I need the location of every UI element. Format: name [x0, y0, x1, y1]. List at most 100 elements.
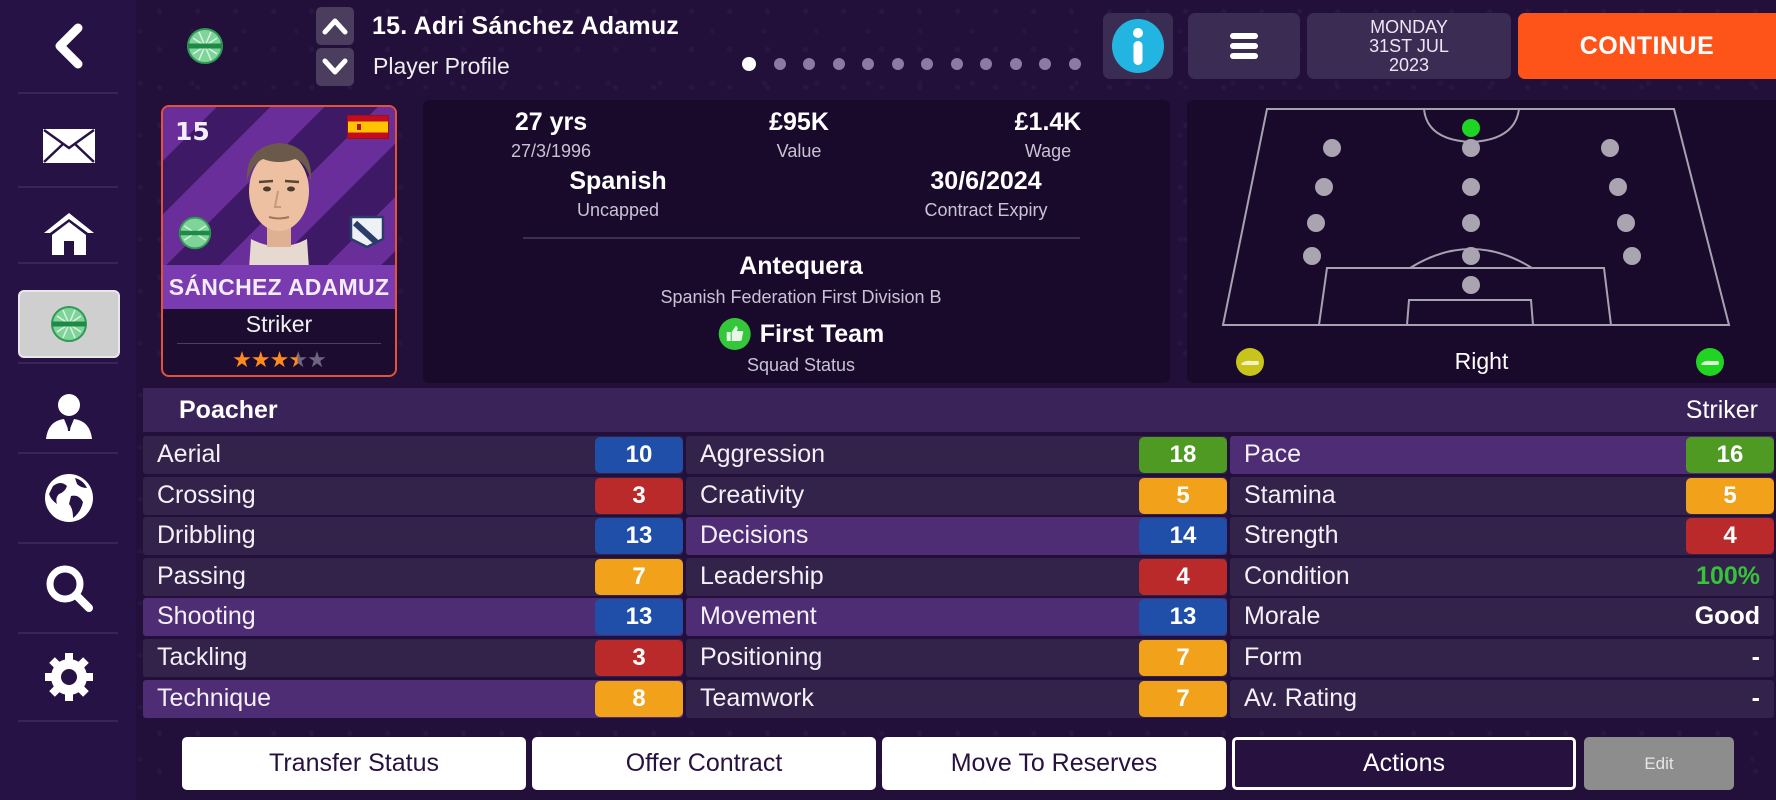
menu-button[interactable]	[1188, 13, 1300, 79]
page-dot[interactable]	[921, 58, 933, 70]
attribute-row[interactable]: Tackling 3	[143, 639, 683, 677]
attribute-value-badge: 18	[1139, 437, 1227, 473]
attributes-header: Poacher Striker	[143, 388, 1776, 432]
attribute-row[interactable]: Technique 8	[143, 679, 683, 718]
attribute-row[interactable]: Creativity 5	[686, 476, 1227, 515]
sidebar-item-inbox[interactable]	[18, 112, 120, 180]
page-indicator	[742, 57, 1081, 71]
nationality-value: Spanish	[569, 167, 667, 195]
attribute-row[interactable]: Leadership 4	[686, 557, 1227, 596]
star-full-icon: ★	[269, 347, 290, 372]
attribute-row[interactable]: Strength 4	[1230, 517, 1774, 556]
position-marker	[1323, 139, 1341, 157]
previous-player-button[interactable]	[316, 7, 354, 45]
date-display[interactable]: MONDAY 31ST JUL 2023	[1307, 13, 1511, 79]
attribute-row[interactable]: Form -	[1230, 639, 1774, 677]
attribute-row[interactable]: Pace 16	[1230, 436, 1774, 474]
role-label: Poacher	[179, 396, 278, 424]
value-label: Value	[776, 141, 822, 161]
attribute-row[interactable]: Dribbling 13	[143, 517, 683, 556]
sidebar-item-settings[interactable]	[18, 643, 120, 711]
page-dot[interactable]	[1009, 58, 1022, 70]
squad-status-label: Squad Status	[746, 355, 856, 375]
attribute-label: Movement	[700, 602, 817, 631]
attribute-row[interactable]: Stamina 5	[1230, 476, 1774, 515]
player-position: Striker	[245, 311, 313, 337]
envelope-icon	[43, 128, 95, 163]
attribute-row[interactable]: Condition 100%	[1230, 557, 1774, 596]
attribute-row[interactable]: Crossing 3	[143, 476, 683, 515]
attribute-label: Positioning	[700, 643, 823, 671]
divider	[18, 92, 118, 94]
player-card: 15 SÁNCHEZ ADAMUZ Striker ★★★★★	[161, 105, 397, 377]
page-dot[interactable]	[1039, 58, 1051, 70]
league-name[interactable]: Spanish Federation First Division B	[660, 287, 941, 308]
position-marker	[1307, 214, 1325, 232]
attribute-row[interactable]: Passing 7	[143, 557, 683, 596]
continue-button[interactable]: CONTINUE	[1518, 13, 1776, 79]
page-dot[interactable]	[832, 58, 845, 70]
attribute-row[interactable]: Positioning 7	[686, 639, 1227, 677]
attribute-row[interactable]: Shooting 13	[143, 598, 683, 637]
position-marker	[1617, 214, 1635, 232]
page-title: 15. Adri Sánchez Adamuz	[372, 12, 679, 40]
attribute-row[interactable]: Aerial 10	[143, 436, 683, 474]
actions-button[interactable]: Actions	[1232, 737, 1576, 790]
page-dot[interactable]	[773, 58, 786, 70]
move-to-reserves-button[interactable]: Move To Reserves	[882, 737, 1226, 790]
club-name[interactable]: Antequera	[739, 252, 863, 281]
info-button[interactable]	[1103, 13, 1173, 79]
spain-flag-icon	[347, 115, 389, 139]
player-name: SÁNCHEZ ADAMUZ	[163, 265, 395, 309]
attribute-value: 100%	[1696, 561, 1760, 590]
position-marker	[1462, 139, 1480, 157]
attribute-value-badge: 4	[1686, 518, 1774, 555]
date-day: MONDAY	[1370, 16, 1448, 37]
chevron-down-icon	[322, 58, 348, 75]
page-dot[interactable]	[950, 58, 963, 70]
preferred-foot-label: Right	[1454, 348, 1509, 374]
person-icon	[46, 394, 92, 439]
player-info-panel: 27 yrs 27/3/1996 £95K Value £1.4K Wage S…	[423, 100, 1170, 383]
attribute-label: Av. Rating	[1244, 683, 1358, 712]
attribute-label: Technique	[157, 683, 271, 712]
attribute-label: Strength	[1244, 521, 1339, 550]
next-player-button[interactable]	[316, 48, 354, 86]
attribute-row[interactable]: Teamwork 7	[686, 679, 1227, 718]
position-marker	[1462, 178, 1480, 196]
transfer-status-button[interactable]: Transfer Status	[182, 737, 526, 790]
attribute-row[interactable]: Decisions 14	[686, 517, 1227, 556]
attribute-row[interactable]: Av. Rating -	[1230, 679, 1774, 718]
page-dot[interactable]	[1068, 58, 1081, 70]
page-dot[interactable]	[980, 58, 992, 70]
attribute-row[interactable]: Aggression 18	[686, 436, 1227, 474]
sidebar-item-world[interactable]	[18, 464, 120, 532]
club-badge-icon[interactable]	[185, 26, 225, 66]
sidebar-item-manager[interactable]	[18, 382, 120, 450]
attribute-row[interactable]: Movement 13	[686, 598, 1227, 637]
attribute-value-badge: 13	[595, 599, 683, 636]
globe-icon	[45, 474, 93, 522]
edit-button[interactable]: Edit	[1584, 737, 1734, 790]
page-dot[interactable]	[862, 58, 874, 70]
penalty-area	[1317, 267, 1613, 326]
attribute-label: Condition	[1244, 561, 1350, 590]
sidebar-item-home[interactable]	[18, 200, 120, 268]
attribute-value-badge: 3	[595, 640, 683, 676]
page-dot[interactable]	[891, 58, 904, 70]
attribute-row[interactable]: Morale Good	[1230, 598, 1774, 637]
offer-contract-button[interactable]: Offer Contract	[532, 737, 876, 790]
attribute-value-badge: 8	[595, 680, 683, 717]
page-dot[interactable]	[803, 58, 815, 70]
divider	[18, 632, 118, 634]
page-dot[interactable]	[742, 57, 756, 71]
star-empty-icon: ★	[307, 347, 327, 372]
back-button[interactable]	[0, 0, 136, 92]
attribute-label: Pace	[1244, 440, 1301, 468]
divider	[18, 262, 118, 264]
star-half-icon: ★	[288, 347, 308, 372]
sidebar-item-club[interactable]	[18, 290, 120, 358]
sidebar-item-search[interactable]	[18, 554, 120, 622]
divider	[177, 343, 381, 344]
attribute-value-badge: 3	[595, 477, 683, 514]
